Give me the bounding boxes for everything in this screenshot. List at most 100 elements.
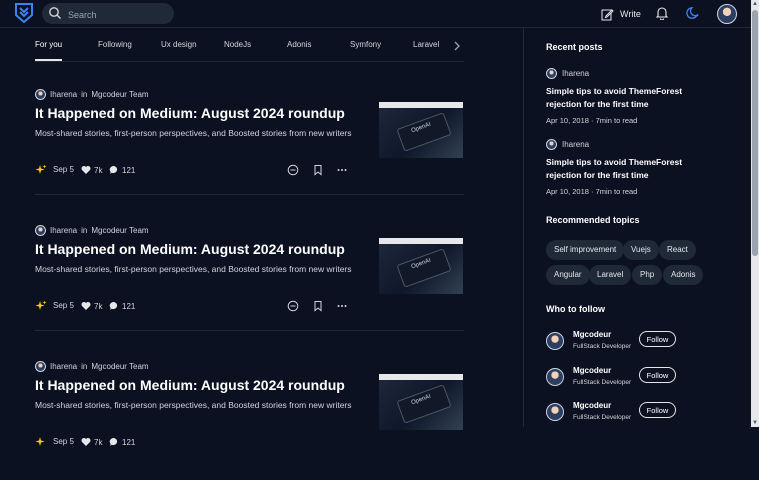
article-subtitle: Most-shared stories, first-person perspe…	[35, 128, 352, 138]
topic-chip[interactable]: Angular	[546, 265, 590, 285]
publication-name[interactable]: Mgcodeur Team	[91, 362, 148, 371]
recent-post[interactable]: Iharena Simple tips to avoid ThemeForest…	[546, 138, 716, 196]
suggested-user-avatar[interactable]	[546, 403, 564, 421]
user-avatar[interactable]	[717, 4, 737, 24]
article-divider	[35, 330, 464, 331]
publication-name[interactable]: Mgcodeur Team	[91, 90, 148, 99]
comment-value: 121	[122, 437, 136, 447]
article-date: Sep 5	[53, 165, 74, 174]
author-name[interactable]: Iharena	[50, 226, 77, 235]
moon-icon[interactable]	[686, 6, 700, 20]
logo-icon[interactable]	[14, 3, 34, 23]
follow-button[interactable]: Follow	[639, 367, 676, 383]
tab-nodejs[interactable]: NodeJs	[224, 40, 251, 49]
post-date: Apr 10, 2018	[546, 187, 589, 196]
article-title[interactable]: It Happened on Medium: August 2024 round…	[35, 377, 370, 393]
article-thumbnail[interactable]: OpenAI	[379, 238, 463, 294]
author-name[interactable]: Iharena	[50, 362, 77, 371]
comment-count[interactable]: 121	[109, 437, 135, 447]
comment-icon	[109, 165, 118, 174]
scroll-up-icon[interactable]: ▲	[752, 1, 758, 7]
write-button[interactable]: Write	[601, 6, 641, 22]
search-icon	[49, 7, 61, 19]
bell-icon[interactable]	[655, 6, 669, 20]
suggested-user-name[interactable]: Mgcodeur	[573, 330, 611, 339]
recent-post-date: Apr 10, 2018 · 7min to read	[546, 187, 716, 196]
comment-count[interactable]: 121	[109, 301, 135, 311]
tab-ux-design[interactable]: Ux design	[161, 40, 197, 49]
author-avatar	[35, 224, 46, 236]
suggested-user-name[interactable]: Mgcodeur	[573, 401, 611, 410]
topic-chip[interactable]: Self improvement	[546, 240, 625, 260]
article-subtitle: Most-shared stories, first-person perspe…	[35, 400, 352, 410]
article-card[interactable]: Iharena in Mgcodeur Team It Happened on …	[35, 224, 464, 344]
follow-suggestion: Mgcodeur FullStack Developer Follow	[546, 330, 686, 354]
post-date: Apr 10, 2018	[546, 116, 589, 125]
sparkle-icon	[35, 437, 45, 446]
article-thumbnail[interactable]: OpenAI	[379, 374, 463, 430]
clap-count[interactable]: 7k	[81, 437, 102, 447]
article-title[interactable]: It Happened on Medium: August 2024 round…	[35, 105, 370, 121]
bookmark-icon[interactable]	[312, 164, 324, 176]
show-less-icon[interactable]	[287, 300, 299, 312]
tab-for-you[interactable]: For you	[35, 40, 62, 49]
thumb-top-band	[379, 374, 463, 380]
article-title[interactable]: It Happened on Medium: August 2024 round…	[35, 241, 370, 257]
topic-chip[interactable]: Vuejs	[623, 240, 659, 260]
suggested-user-name[interactable]: Mgcodeur	[573, 366, 611, 375]
top-navbar: Write	[0, 0, 751, 28]
read-time: 7min to read	[595, 187, 638, 196]
author-avatar	[35, 88, 46, 100]
author-name[interactable]: Iharena	[562, 140, 589, 149]
article-footer: Sep 5 7k 121	[35, 164, 355, 178]
search-input[interactable]	[66, 5, 170, 24]
more-icon[interactable]	[336, 300, 348, 312]
scroll-down-icon[interactable]: ▼	[752, 420, 758, 426]
article-card[interactable]: Iharena in Mgcodeur Team It Happened on …	[35, 360, 464, 480]
clap-count[interactable]: 7k	[81, 301, 102, 311]
clap-value: 7k	[94, 437, 103, 447]
column-divider	[523, 27, 524, 427]
follow-button[interactable]: Follow	[639, 402, 676, 418]
page-scrollbar[interactable]: ▲ ▼	[751, 0, 759, 427]
recent-post[interactable]: Iharena Simple tips to avoid ThemeForest…	[546, 67, 716, 125]
tab-symfony[interactable]: Symfony	[350, 40, 381, 49]
search-bar[interactable]	[42, 3, 174, 24]
scrollbar-thumb[interactable]	[752, 10, 758, 256]
article-meta: Iharena in Mgcodeur Team	[35, 88, 149, 100]
thumb-device	[396, 112, 452, 152]
author-avatar	[35, 360, 46, 372]
article-footer: Sep 5 7k 121	[35, 436, 355, 450]
tab-laravel[interactable]: Laravel	[413, 40, 439, 49]
clap-count[interactable]: 7k	[81, 165, 102, 175]
clap-value: 7k	[94, 301, 103, 311]
recent-post-author: Iharena	[546, 67, 716, 79]
suggested-user-avatar[interactable]	[546, 368, 564, 386]
suggested-user-avatar[interactable]	[546, 332, 564, 350]
follow-button[interactable]: Follow	[639, 331, 676, 347]
recent-post-title[interactable]: Simple tips to avoid ThemeForest rejecti…	[546, 156, 716, 182]
topic-chip[interactable]: Adonis	[663, 265, 704, 285]
article-meta: Iharena in Mgcodeur Team	[35, 224, 149, 236]
author-name[interactable]: Iharena	[562, 69, 589, 78]
topic-chip[interactable]: React	[659, 240, 696, 260]
publication-name[interactable]: Mgcodeur Team	[91, 226, 148, 235]
article-divider	[35, 194, 464, 195]
topic-chip[interactable]: Php	[632, 265, 663, 285]
recent-post-title[interactable]: Simple tips to avoid ThemeForest rejecti…	[546, 85, 716, 111]
clap-value: 7k	[94, 165, 103, 175]
more-icon[interactable]	[336, 164, 348, 176]
comment-count[interactable]: 121	[109, 165, 135, 175]
article-thumbnail[interactable]: OpenAI	[379, 102, 463, 158]
tab-adonis[interactable]: Adonis	[287, 40, 311, 49]
author-name[interactable]: Iharena	[50, 90, 77, 99]
tab-following[interactable]: Following	[98, 40, 132, 49]
thumb-top-band	[379, 102, 463, 108]
heart-icon	[81, 166, 91, 174]
write-icon	[601, 8, 614, 20]
chevron-right-icon[interactable]	[452, 40, 462, 52]
show-less-icon[interactable]	[287, 164, 299, 176]
bookmark-icon[interactable]	[312, 300, 324, 312]
topic-chip[interactable]: Laravel	[589, 265, 632, 285]
article-card[interactable]: Iharena in Mgcodeur Team It Happened on …	[35, 88, 464, 208]
